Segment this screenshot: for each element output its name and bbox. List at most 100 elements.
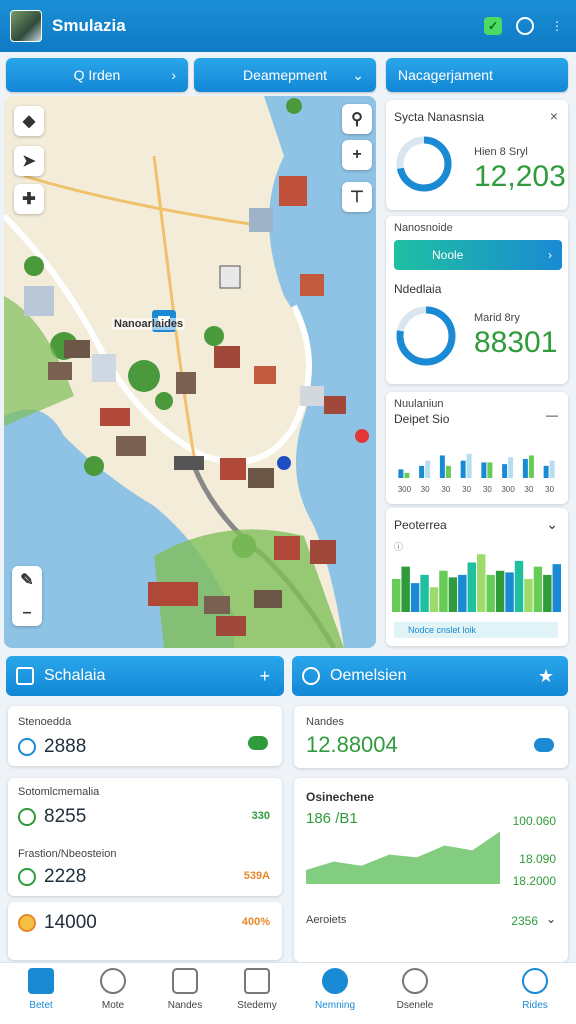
management-label: Nacagerjament	[398, 67, 493, 83]
check-icon	[18, 868, 36, 886]
card-subtitle: Ndedlaia	[394, 282, 442, 296]
bar	[410, 583, 420, 612]
nav-label: Dsenele	[396, 1000, 434, 1011]
stat-card: Stenoedda 2888	[8, 706, 282, 766]
zoom-out-button[interactable]: –	[23, 604, 32, 622]
compass-icon[interactable]: ✚	[14, 184, 44, 214]
search-icon	[522, 968, 548, 994]
stat-value: 14000	[44, 912, 97, 933]
department-label: Deamepment	[242, 67, 328, 83]
bar	[419, 465, 425, 478]
progress-ring-2	[396, 306, 456, 366]
node-button-label: Noole	[432, 248, 464, 262]
nav-label: Rides	[522, 1000, 548, 1011]
left-section-header[interactable]: Schalaia +	[6, 656, 284, 696]
stat-value: 8255	[44, 806, 87, 827]
bottom-nav: Betet Mote Nandes Stedemy Nemning Dsenel…	[0, 962, 576, 1024]
nav-item-nodes[interactable]: Nandes	[144, 963, 226, 1024]
stat-card: Nandes 12.88004	[294, 706, 568, 768]
search-button[interactable]: Q Irden ›	[6, 58, 188, 92]
more-icon[interactable]: ⋮	[548, 17, 566, 35]
area-chart-card: Osinechene 186 /B1 100.060 18.090 18.200…	[294, 778, 568, 962]
location-pin-icon[interactable]: ⚲	[342, 104, 372, 134]
zoom-control[interactable]: ✎ –	[12, 566, 42, 626]
nav-item-mode[interactable]: Mote	[72, 963, 154, 1024]
tick-label: 30	[483, 485, 492, 494]
ruler-icon[interactable]: ⊤	[342, 182, 372, 212]
nav-item-study[interactable]: Stedemy	[216, 963, 298, 1024]
bar	[477, 554, 486, 612]
card-title: Peoterrea	[394, 518, 447, 532]
right-section-header[interactable]: Oemelsien ★	[292, 656, 568, 696]
area-series	[306, 831, 500, 884]
stat-tag: 330	[251, 810, 270, 822]
layers-icon[interactable]: ◆	[14, 106, 44, 136]
card-title: Nanosnoide	[394, 222, 453, 234]
star-icon[interactable]: ★	[538, 666, 554, 687]
card-footer: Nodce cnslet loik	[394, 622, 558, 638]
bar	[429, 587, 439, 612]
bar	[524, 579, 533, 612]
zoom-in-button[interactable]: +	[342, 140, 372, 170]
refresh-icon[interactable]	[516, 17, 534, 35]
status-badge-icon[interactable]: ✓	[484, 17, 502, 35]
bar	[502, 464, 508, 478]
node-button[interactable]: Noole ›	[394, 240, 562, 270]
card-foot-value: 2356	[511, 914, 538, 928]
nav-label: Nemning	[314, 1000, 356, 1011]
bar	[401, 566, 410, 612]
chevron-down-icon[interactable]: ⌄	[546, 516, 558, 533]
management-tab[interactable]: Nacagerjament	[386, 58, 568, 92]
chat-icon[interactable]	[248, 736, 268, 750]
avatar[interactable]	[10, 10, 42, 42]
area-chart	[306, 831, 500, 884]
chevron-down-icon[interactable]: ⌄	[546, 912, 556, 926]
bar	[398, 469, 404, 478]
add-icon[interactable]: +	[259, 666, 270, 687]
close-icon[interactable]: ×	[550, 108, 558, 124]
stat-tag: 400%	[241, 916, 270, 928]
search-label: Q Irden	[73, 67, 121, 83]
menu-icon[interactable]: —	[546, 408, 558, 422]
clock-icon	[100, 968, 126, 994]
chat-icon[interactable]	[534, 738, 554, 752]
node-card: Nanosnoide Noole › Ndedlaia Marid 8ry 88…	[386, 216, 568, 384]
card-value: 88301	[474, 326, 558, 359]
bar	[505, 572, 514, 612]
stat-title: Stenoedda	[18, 716, 72, 728]
bar	[552, 564, 561, 612]
tick-label: 30	[421, 485, 430, 494]
tick-label: 30	[545, 485, 554, 494]
globe-icon	[322, 968, 348, 994]
tick-label: 30	[462, 485, 471, 494]
stat-title: Sotomlcmemalia	[18, 786, 100, 798]
card-value: 12,203	[474, 160, 566, 193]
bar	[425, 460, 431, 478]
nav-item-rides[interactable]: Rides	[494, 963, 576, 1024]
stat-title: Frastion/Nbeosteion	[18, 848, 117, 860]
tick-label: 300	[501, 485, 515, 494]
nav-item-warning[interactable]: Nemning	[294, 963, 376, 1024]
bar	[460, 460, 466, 478]
card-title: Sycta Nanasnsia	[394, 110, 485, 124]
nav-item-home[interactable]: Betet	[0, 963, 82, 1024]
card-title: Osinechene	[306, 790, 375, 804]
department-dropdown[interactable]: Deamepment ⌄	[194, 58, 376, 92]
section-title: Schalaia	[44, 667, 106, 684]
y-label: 18.2000	[512, 874, 556, 888]
bar	[533, 566, 543, 612]
circle-icon	[302, 667, 320, 685]
bar	[420, 574, 429, 612]
bar	[514, 560, 524, 612]
map-view[interactable]: ◆ ➤ ✚ ⚲ + ⊤ ✎ – Nanoarlaides	[4, 96, 376, 648]
section-title: Oemelsien	[330, 667, 407, 684]
map-place-label: Nanoarlaides	[112, 318, 186, 330]
bar-chart: 300 30 30 30 30 300 30 30	[398, 453, 555, 494]
navigate-icon[interactable]: ➤	[14, 146, 44, 176]
bar	[495, 570, 505, 612]
edit-icon[interactable]: ✎	[20, 570, 33, 590]
coin-icon	[18, 914, 36, 932]
bar	[543, 574, 552, 612]
bar	[467, 562, 476, 612]
nav-item-dsenele[interactable]: Dsenele	[374, 963, 456, 1024]
